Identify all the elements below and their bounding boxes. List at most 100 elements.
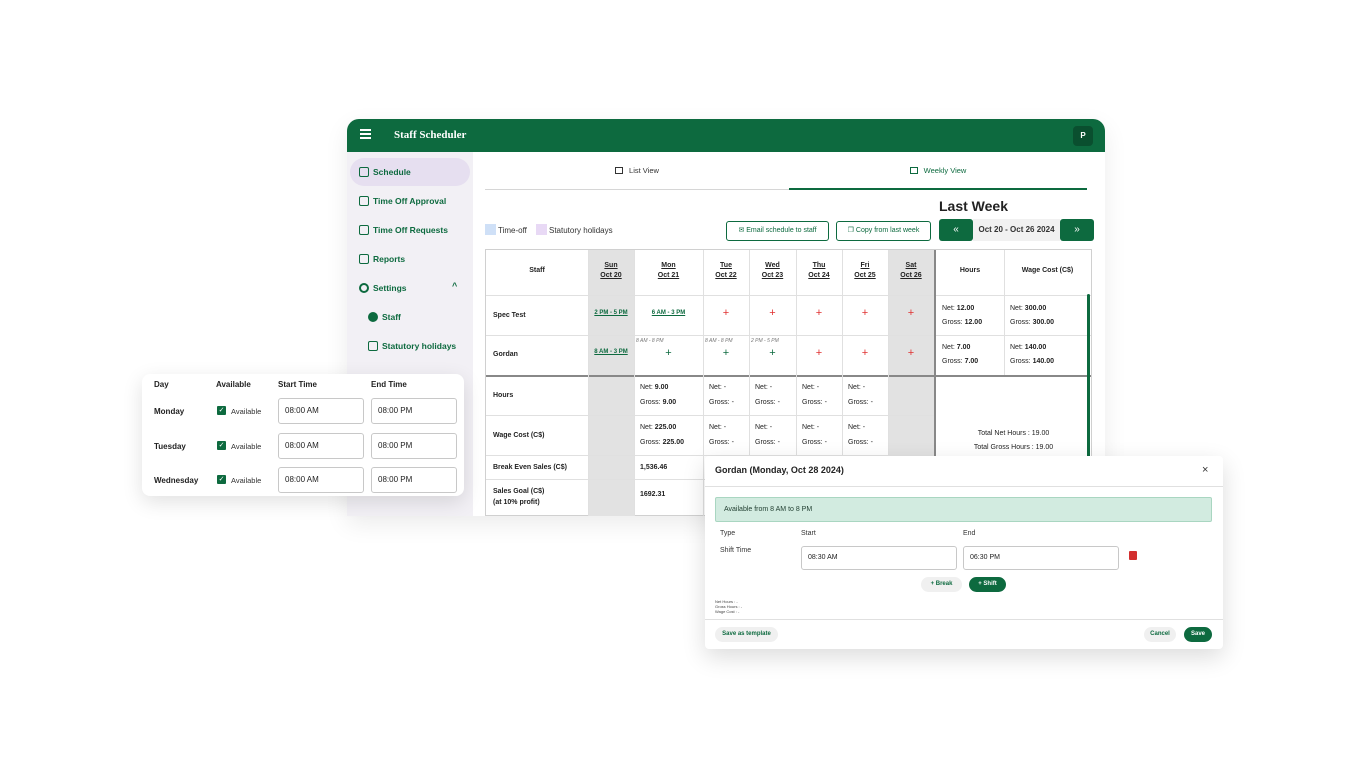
fri-hours-gross: Gross: -	[848, 399, 873, 406]
day-header-thu[interactable]: Thu Oct 24	[796, 262, 842, 279]
legend-time-off: Time-off	[485, 224, 527, 235]
app-title: Staff Scheduler	[394, 129, 467, 141]
chevron-up-icon: ^	[452, 281, 458, 291]
day-header-fri[interactable]: Fri Oct 25	[842, 262, 888, 279]
start-time-input[interactable]: 08:00 AM	[278, 467, 364, 493]
add-shift-button[interactable]: +	[703, 347, 749, 359]
hours-header: Hours	[959, 267, 981, 274]
tue-wage-net: Net: -	[709, 424, 727, 431]
save-template-button[interactable]: Save as template	[715, 627, 778, 642]
availability-day: Monday	[154, 407, 185, 416]
sunday-column-bg	[588, 250, 634, 516]
sidebar-item-time-off-requests[interactable]: Time Off Requests	[350, 216, 470, 244]
staff-name: Spec Test	[493, 312, 526, 319]
grid-scrollbar[interactable]	[1087, 294, 1090, 458]
prev-week-button[interactable]: «	[939, 219, 973, 241]
wage-gross: Gross: 300.00	[1010, 319, 1054, 326]
fri-hours-net: Net: -	[848, 384, 866, 391]
availability-day: Tuesday	[154, 442, 186, 451]
shift-link[interactable]: 2 PM - 5 PM	[588, 310, 634, 316]
tue-hours-net: Net: -	[709, 384, 727, 391]
add-shift-button[interactable]: +	[703, 307, 749, 319]
available-label: Available	[231, 442, 262, 451]
tab-weekly-view[interactable]: Weekly View	[789, 152, 1087, 190]
end-time-input[interactable]: 08:00 PM	[371, 467, 457, 493]
available-checkbox[interactable]: ✓	[217, 406, 226, 415]
start-time-input[interactable]: 08:00 AM	[278, 398, 364, 424]
legend-statutory: Statutory holidays	[536, 224, 613, 235]
copy-icon: ❐	[847, 227, 856, 234]
staff-name: Gordan	[493, 351, 518, 358]
wage-cost-text: Wage Cost : -	[715, 609, 740, 614]
cancel-button[interactable]: Cancel	[1144, 627, 1176, 642]
add-shift-button[interactable]: +	[749, 347, 796, 359]
add-shift-button[interactable]: +	[749, 307, 796, 319]
add-shift-button[interactable]: +	[888, 347, 934, 359]
add-shift-button[interactable]: +	[842, 307, 888, 319]
day-header-wed[interactable]: Wed Oct 23	[749, 262, 796, 279]
add-shift-button[interactable]: +	[634, 347, 703, 359]
tue-hours-gross: Gross: -	[709, 399, 734, 406]
dialog-footer-divider	[705, 619, 1223, 620]
end-time-input[interactable]: 08:00 PM	[371, 433, 457, 459]
shift-start-input[interactable]: 08:30 AM	[801, 546, 957, 570]
dialog-title: Gordan (Monday, Oct 28 2024)	[715, 465, 844, 475]
user-icon	[368, 312, 378, 322]
calendar-icon	[359, 225, 369, 235]
wage-net: Net: 140.00	[1010, 344, 1047, 351]
save-button[interactable]: Save	[1184, 627, 1212, 642]
gear-icon	[359, 283, 369, 293]
day-header-mon[interactable]: Mon Oct 21	[634, 262, 703, 279]
sales-goal-label: Sales Goal (C$)	[493, 488, 545, 495]
available-checkbox[interactable]: ✓	[217, 475, 226, 484]
trash-icon[interactable]	[1129, 551, 1137, 560]
day-header-sat[interactable]: Sat Oct 26	[888, 262, 934, 279]
add-shift-button[interactable]: + Shift	[969, 577, 1006, 592]
availability-hint: 8 AM - 8 PM	[705, 338, 733, 344]
add-break-button[interactable]: + Break	[921, 577, 962, 592]
thu-hours-gross: Gross: -	[802, 399, 827, 406]
tab-list-view[interactable]: List View	[485, 152, 789, 190]
calendar-check-icon	[359, 196, 369, 206]
copy-last-week-button[interactable]: ❐ Copy from last week	[836, 221, 931, 241]
shift-link[interactable]: 6 AM - 3 PM	[634, 310, 703, 316]
add-shift-button[interactable]: +	[796, 307, 842, 319]
end-time-input[interactable]: 08:00 PM	[371, 398, 457, 424]
calendar-icon	[909, 167, 918, 174]
add-shift-button[interactable]: +	[888, 307, 934, 319]
thu-wage-gross: Gross: -	[802, 439, 827, 446]
email-schedule-button[interactable]: ✉ Email schedule to staff	[726, 221, 829, 241]
close-icon[interactable]: ×	[1202, 464, 1208, 476]
fri-wage-net: Net: -	[848, 424, 866, 431]
wage-header: Wage Cost (C$)	[1021, 267, 1074, 274]
sidebar-item-schedule[interactable]: Schedule	[350, 158, 470, 186]
start-time-input[interactable]: 08:00 AM	[278, 433, 364, 459]
hamburger-menu-icon[interactable]	[360, 129, 372, 141]
sidebar-item-reports[interactable]: Reports	[350, 245, 470, 273]
sidebar-item-statutory-holidays[interactable]: Statutory holidays	[350, 332, 470, 360]
sidebar-item-settings[interactable]: Settings ^	[350, 274, 470, 302]
user-avatar[interactable]: P	[1073, 126, 1093, 146]
available-label: Available	[231, 407, 262, 416]
sidebar-item-staff[interactable]: Staff	[350, 303, 470, 331]
break-even-label: Break Even Sales (C$)	[493, 464, 567, 471]
week-heading: Last Week	[939, 198, 1008, 214]
availability-end-header: End Time	[371, 380, 407, 389]
legend-swatch	[536, 224, 547, 235]
mon-hours-gross: Gross: 9.00	[640, 399, 677, 406]
wed-hours-net: Net: -	[755, 384, 773, 391]
shift-end-input[interactable]: 06:30 PM	[963, 546, 1119, 570]
hours-gross: Gross: 7.00	[942, 358, 979, 365]
day-header-sun[interactable]: Sun Oct 20	[588, 262, 634, 279]
hours-net: Net: 12.00	[942, 305, 975, 312]
next-week-button[interactable]: »	[1060, 219, 1094, 241]
add-shift-button[interactable]: +	[842, 347, 888, 359]
day-header-tue[interactable]: Tue Oct 22	[703, 262, 749, 279]
availability-available-header: Available	[216, 380, 251, 389]
date-range-label: Oct 20 - Oct 26 2024	[973, 219, 1060, 241]
tue-wage-gross: Gross: -	[709, 439, 734, 446]
add-shift-button[interactable]: +	[796, 347, 842, 359]
sidebar-item-time-off-approval[interactable]: Time Off Approval	[350, 187, 470, 215]
available-checkbox[interactable]: ✓	[217, 441, 226, 450]
shift-link[interactable]: 8 AM - 3 PM	[588, 349, 634, 355]
